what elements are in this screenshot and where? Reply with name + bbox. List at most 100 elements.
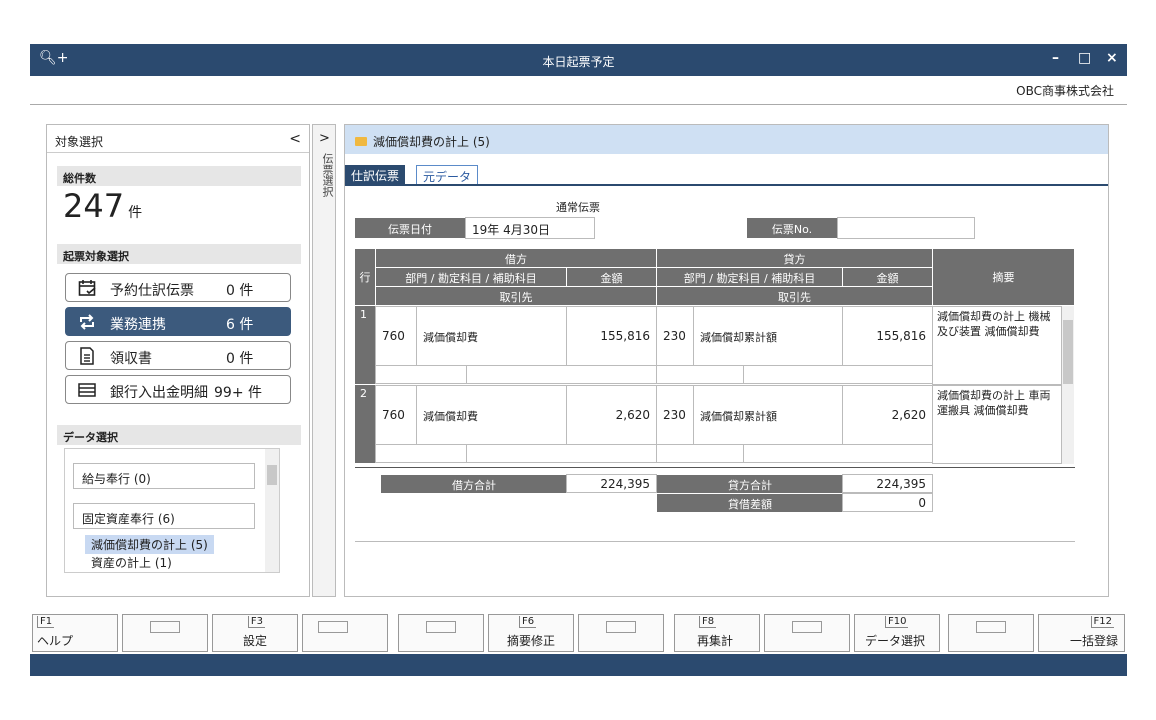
credit-account[interactable]: 減価償却累計額 bbox=[693, 385, 843, 445]
receipt-button[interactable]: 領収書 0 件 bbox=[65, 341, 291, 370]
credit-amount-header: 金額 bbox=[843, 268, 932, 286]
row-number[interactable]: 2 bbox=[355, 385, 375, 463]
debit-partner[interactable] bbox=[466, 444, 657, 463]
f6-edit-memo-button[interactable]: F6 摘要修正 bbox=[488, 614, 574, 652]
f3-settings-button[interactable]: F3 設定 bbox=[212, 614, 298, 652]
credit-total: 224,395 bbox=[842, 474, 933, 493]
debit-account[interactable]: 減価償却費 bbox=[416, 385, 567, 445]
maximize-button[interactable]: □ bbox=[1078, 50, 1091, 66]
folder-icon bbox=[355, 137, 367, 146]
total-count-label: 総件数 bbox=[57, 166, 301, 186]
credit-total-label: 貸方合計 bbox=[657, 475, 843, 493]
main-panel: 減価償却費の計上 (5) 仕訳伝票 元データ 通常伝票 伝票日付 19年 4月3… bbox=[344, 124, 1109, 597]
debit-dept[interactable]: 760 bbox=[375, 306, 417, 366]
target-label: 起票対象選択 bbox=[57, 244, 301, 264]
button-label: 一括登録 bbox=[1069, 634, 1118, 648]
main-header: 減価償却費の計上 (5) bbox=[345, 125, 1108, 154]
f9-button[interactable] bbox=[764, 614, 850, 652]
target-selection-panel: 対象選択 < 総件数 247 件 起票対象選択 予約仕訳伝票 0 件 業務連携 6… bbox=[46, 124, 310, 597]
tab-journal[interactable]: 仕訳伝票 bbox=[345, 165, 406, 185]
window-title: 本日起票予定 bbox=[542, 55, 615, 69]
credit-partner[interactable] bbox=[743, 365, 933, 384]
credit-partner-code[interactable] bbox=[656, 365, 744, 384]
expand-arrow[interactable]: > bbox=[319, 131, 330, 146]
receipt-icon bbox=[80, 347, 94, 365]
title-bar: 🔍︎+ 本日起票予定 – □ × bbox=[30, 44, 1127, 76]
divider bbox=[355, 541, 1075, 542]
button-label: 設定 bbox=[242, 634, 267, 648]
panel-title: 対象選択 bbox=[55, 135, 104, 149]
button-label: ヘルプ bbox=[37, 634, 74, 648]
credit-dept[interactable]: 230 bbox=[656, 385, 694, 445]
button-label: 領収書 bbox=[110, 351, 152, 367]
data-selection-label: データ選択 bbox=[57, 425, 301, 445]
debit-account[interactable]: 減価償却費 bbox=[416, 306, 567, 366]
memo[interactable]: 減価償却費の計上 車両運搬具 減価償却費 bbox=[932, 385, 1062, 464]
collapse-button[interactable]: < bbox=[289, 131, 301, 147]
voucher-no-field[interactable] bbox=[837, 217, 975, 239]
debit-partner-code[interactable] bbox=[375, 365, 467, 384]
row-number[interactable]: 1 bbox=[355, 306, 375, 384]
debit-amount[interactable]: 155,816 bbox=[566, 306, 657, 366]
debit-header: 借方 bbox=[376, 249, 656, 267]
key-label: F12 bbox=[1090, 616, 1114, 628]
button-label: データ選択 bbox=[865, 634, 926, 648]
debit-partner[interactable] bbox=[466, 365, 657, 384]
reserved-voucher-button[interactable]: 予約仕訳伝票 0 件 bbox=[65, 273, 291, 302]
credit-dept[interactable]: 230 bbox=[656, 306, 694, 366]
f1-help-button[interactable]: F1 ヘルプ bbox=[32, 614, 118, 652]
total-count-unit: 件 bbox=[128, 205, 143, 221]
scrollbar-thumb[interactable] bbox=[1063, 320, 1073, 384]
date-field[interactable]: 19年 4月30日 bbox=[465, 217, 595, 239]
debit-partner-header: 取引先 bbox=[376, 287, 656, 305]
f7-button[interactable] bbox=[578, 614, 664, 652]
debit-amount[interactable]: 2,620 bbox=[566, 385, 657, 445]
memo[interactable]: 減価償却費の計上 機械及び装置 減価償却費 bbox=[932, 306, 1062, 385]
calendar-icon bbox=[78, 280, 96, 296]
date-label: 伝票日付 bbox=[355, 218, 465, 238]
list-subitem[interactable]: 資産の計上 (1) bbox=[85, 553, 178, 572]
empty-key-icon bbox=[606, 621, 636, 633]
credit-amount[interactable]: 155,816 bbox=[842, 306, 933, 366]
f8-recalc-button[interactable]: F8 再集計 bbox=[674, 614, 760, 652]
list-item[interactable]: 給与奉行 (0) bbox=[73, 463, 255, 489]
function-key-bar: F1 ヘルプ F3 設定 F6 摘要修正 F8 再集計 F10 データ選択 F12 一括登録 bbox=[30, 612, 1127, 654]
tab-source-data[interactable]: 元データ bbox=[416, 165, 479, 185]
table-scrollbar[interactable] bbox=[1062, 306, 1074, 464]
voucher-select-tab[interactable]: > 伝票選択 bbox=[312, 124, 336, 597]
credit-account[interactable]: 減価償却累計額 bbox=[693, 306, 843, 366]
button-count: 99+ 件 bbox=[214, 385, 262, 401]
key-label: F3 bbox=[247, 616, 265, 628]
balance-diff: 0 bbox=[842, 493, 933, 512]
credit-account-header: 部門 / 勘定科目 / 補助科目 bbox=[657, 268, 842, 286]
f10-data-select-button[interactable]: F10 データ選択 bbox=[854, 614, 940, 652]
f12-bulk-register-button[interactable]: F12 一括登録 bbox=[1038, 614, 1125, 652]
empty-key-icon bbox=[792, 621, 822, 633]
minimize-button[interactable]: – bbox=[1052, 50, 1059, 66]
f2-button[interactable] bbox=[122, 614, 208, 652]
button-label: 再集計 bbox=[697, 634, 734, 648]
company-name: OBC商事株式会社 bbox=[1016, 84, 1114, 98]
scrollbar[interactable] bbox=[265, 449, 279, 572]
button-count: 6 件 bbox=[226, 317, 254, 333]
panel-header: 対象選択 < bbox=[47, 125, 309, 153]
f4-button[interactable] bbox=[302, 614, 388, 652]
debit-dept[interactable]: 760 bbox=[375, 385, 417, 445]
list-subitem-selected[interactable]: 減価償却費の計上 (5) bbox=[85, 535, 214, 554]
credit-partner-code[interactable] bbox=[656, 444, 744, 463]
debit-partner-code[interactable] bbox=[375, 444, 467, 463]
f5-button[interactable] bbox=[398, 614, 484, 652]
bank-statement-icon bbox=[78, 383, 96, 397]
close-button[interactable]: × bbox=[1106, 50, 1118, 66]
business-link-button[interactable]: 業務連携 6 件 bbox=[65, 307, 291, 336]
total-count: 247 件 bbox=[63, 187, 142, 225]
bank-statement-button[interactable]: 銀行入出金明細 99+ 件 bbox=[65, 375, 291, 404]
credit-partner[interactable] bbox=[743, 444, 933, 463]
credit-amount[interactable]: 2,620 bbox=[842, 385, 933, 445]
list-item[interactable]: 固定資産奉行 (6) bbox=[73, 503, 255, 529]
button-count: 0 件 bbox=[226, 283, 254, 299]
scrollbar-thumb[interactable] bbox=[267, 465, 277, 485]
f11-button[interactable] bbox=[948, 614, 1034, 652]
data-source-list: 給与奉行 (0) 固定資産奉行 (6) 減価償却費の計上 (5) 資産の計上 (… bbox=[64, 448, 280, 573]
debit-account-header: 部門 / 勘定科目 / 補助科目 bbox=[376, 268, 566, 286]
